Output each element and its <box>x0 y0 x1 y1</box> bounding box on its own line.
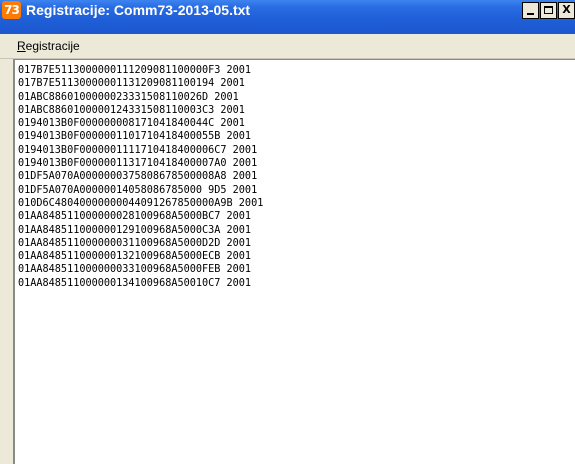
record-line: 0194013B0F0000001131710418400007A0 2001 <box>18 158 258 170</box>
record-line: 01AA848511000000031100968A5000D2D 2001 <box>18 237 252 249</box>
menu-registracije-label: egistracije <box>25 39 80 53</box>
record-line: 01ABC8860100000023331508110026D 2001 <box>18 91 239 103</box>
maximize-button[interactable] <box>540 2 557 19</box>
application-window: 73 Registracije: Comm73-2013-05.txt X Re… <box>0 0 575 464</box>
record-line: 010D6C48040000000044091267850000A9B 2001 <box>18 197 264 209</box>
record-line: 01AA848511000000132100968A5000ECB 2001 <box>18 251 252 263</box>
record-line: 017B7E51130000001131209081100194 2001 <box>18 78 245 90</box>
record-line: 0194013B0F0000001101710418400055B 2001 <box>18 131 252 143</box>
record-line: 01DF5A070A0000000375808678500008A8 2001 <box>18 171 258 183</box>
record-line: 017B7E5113000000111209081100000F3 2001 <box>18 65 252 76</box>
menu-registracije-accel: R <box>17 39 26 53</box>
minimize-button[interactable] <box>522 2 539 19</box>
menu-bar: Registracije <box>0 34 575 59</box>
record-line: 01AA848511000000134100968A50010C7 2001 <box>18 277 252 289</box>
title-bar[interactable]: 73 Registracije: Comm73-2013-05.txt X <box>0 0 575 34</box>
record-line: 01AA848511000000129100968A5000C3A 2001 <box>18 224 252 236</box>
record-line: 01ABC8860100000124331508110003C3 2001 <box>18 104 245 116</box>
close-button[interactable]: X <box>558 2 575 19</box>
close-icon: X <box>562 3 571 16</box>
record-line: 0194013B0F000000008171041840044C 2001 <box>18 118 245 130</box>
maximize-icon <box>544 6 553 14</box>
record-line: 01DF5A070A00000014058086785000 9D5 2001 <box>18 184 258 196</box>
record-line: 01AA848511000000028100968A5000BC7 2001 <box>18 211 252 223</box>
text-area[interactable]: 017B7E5113000000111209081100000F3 2001 01… <box>13 59 575 464</box>
app-icon: 73 <box>2 1 21 19</box>
minimize-icon <box>527 13 534 15</box>
record-list: 017B7E5113000000111209081100000F3 2001 01… <box>18 64 263 290</box>
window-title: Registracije: Comm73-2013-05.txt <box>26 2 251 18</box>
menu-registracije[interactable]: Registracije <box>17 39 80 53</box>
record-line: 0194013B0F0000001111710418400006C7 2001 <box>18 144 258 156</box>
record-line: 01AA848511000000033100968A5000FEB 2001 <box>18 264 252 276</box>
